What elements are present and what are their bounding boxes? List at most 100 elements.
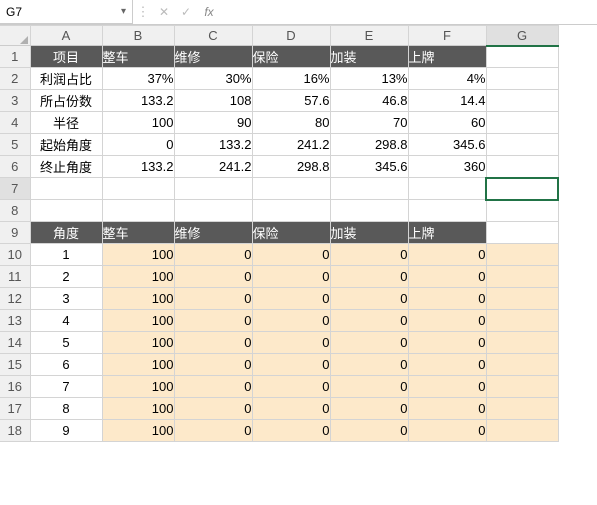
row-header-12[interactable]: 12: [0, 288, 30, 310]
cell-E16[interactable]: 0: [330, 376, 408, 398]
cell-B13[interactable]: 100: [102, 310, 174, 332]
cell-G2[interactable]: [486, 68, 558, 90]
cell-D12[interactable]: 0: [252, 288, 330, 310]
cell-E9[interactable]: 加装: [330, 222, 408, 244]
cell-A14[interactable]: 5: [30, 332, 102, 354]
cell-A10[interactable]: 1: [30, 244, 102, 266]
cell-C1[interactable]: 维修: [174, 46, 252, 68]
cell-C17[interactable]: 0: [174, 398, 252, 420]
cell-E14[interactable]: 0: [330, 332, 408, 354]
cell-A3[interactable]: 所占份数: [30, 90, 102, 112]
cell-G4[interactable]: [486, 112, 558, 134]
cell-D3[interactable]: 57.6: [252, 90, 330, 112]
cell-B8[interactable]: [102, 200, 174, 222]
cell-B14[interactable]: 100: [102, 332, 174, 354]
row-header-5[interactable]: 5: [0, 134, 30, 156]
cell-E3[interactable]: 46.8: [330, 90, 408, 112]
cell-G5[interactable]: [486, 134, 558, 156]
cell-G8[interactable]: [486, 200, 558, 222]
row-header-9[interactable]: 9: [0, 222, 30, 244]
cell-B18[interactable]: 100: [102, 420, 174, 442]
cell-F5[interactable]: 345.6: [408, 134, 486, 156]
cell-G12[interactable]: [486, 288, 558, 310]
cell-C3[interactable]: 108: [174, 90, 252, 112]
cell-D15[interactable]: 0: [252, 354, 330, 376]
cell-A12[interactable]: 3: [30, 288, 102, 310]
cell-E2[interactable]: 13%: [330, 68, 408, 90]
cell-D13[interactable]: 0: [252, 310, 330, 332]
row-header-13[interactable]: 13: [0, 310, 30, 332]
cell-A11[interactable]: 2: [30, 266, 102, 288]
cell-F6[interactable]: 360: [408, 156, 486, 178]
cell-F1[interactable]: 上牌: [408, 46, 486, 68]
spreadsheet-grid[interactable]: A B C D E F G 1 项目 整车 维修 保险 加装 上牌 2 利润占比…: [0, 25, 597, 442]
row-header-3[interactable]: 3: [0, 90, 30, 112]
row-header-14[interactable]: 14: [0, 332, 30, 354]
cell-D1[interactable]: 保险: [252, 46, 330, 68]
cell-D7[interactable]: [252, 178, 330, 200]
cell-F4[interactable]: 60: [408, 112, 486, 134]
cell-B2[interactable]: 37%: [102, 68, 174, 90]
cell-A5[interactable]: 起始角度: [30, 134, 102, 156]
cell-A4[interactable]: 半径: [30, 112, 102, 134]
cell-G3[interactable]: [486, 90, 558, 112]
cell-A1[interactable]: 项目: [30, 46, 102, 68]
cell-B5[interactable]: 0: [102, 134, 174, 156]
cell-C14[interactable]: 0: [174, 332, 252, 354]
col-header-E[interactable]: E: [330, 26, 408, 46]
cell-C7[interactable]: [174, 178, 252, 200]
cell-D17[interactable]: 0: [252, 398, 330, 420]
name-box-dropdown-icon[interactable]: ▾: [121, 6, 126, 17]
col-header-D[interactable]: D: [252, 26, 330, 46]
cell-E18[interactable]: 0: [330, 420, 408, 442]
cell-B7[interactable]: [102, 178, 174, 200]
cell-C2[interactable]: 30%: [174, 68, 252, 90]
cell-B12[interactable]: 100: [102, 288, 174, 310]
cell-E10[interactable]: 0: [330, 244, 408, 266]
cell-F18[interactable]: 0: [408, 420, 486, 442]
cell-B15[interactable]: 100: [102, 354, 174, 376]
cell-G17[interactable]: [486, 398, 558, 420]
row-header-10[interactable]: 10: [0, 244, 30, 266]
cell-B16[interactable]: 100: [102, 376, 174, 398]
cell-D10[interactable]: 0: [252, 244, 330, 266]
cell-A17[interactable]: 8: [30, 398, 102, 420]
cell-A7[interactable]: [30, 178, 102, 200]
cell-E4[interactable]: 70: [330, 112, 408, 134]
cell-C15[interactable]: 0: [174, 354, 252, 376]
cell-F12[interactable]: 0: [408, 288, 486, 310]
cell-D2[interactable]: 16%: [252, 68, 330, 90]
cell-E15[interactable]: 0: [330, 354, 408, 376]
cell-G7[interactable]: [486, 178, 558, 200]
row-header-6[interactable]: 6: [0, 156, 30, 178]
fx-icon[interactable]: fx: [197, 0, 221, 24]
cell-A16[interactable]: 7: [30, 376, 102, 398]
cell-C5[interactable]: 133.2: [174, 134, 252, 156]
cell-E6[interactable]: 345.6: [330, 156, 408, 178]
cell-D5[interactable]: 241.2: [252, 134, 330, 156]
cell-C6[interactable]: 241.2: [174, 156, 252, 178]
cell-A8[interactable]: [30, 200, 102, 222]
cell-E5[interactable]: 298.8: [330, 134, 408, 156]
cell-A18[interactable]: 9: [30, 420, 102, 442]
cell-E8[interactable]: [330, 200, 408, 222]
cell-E13[interactable]: 0: [330, 310, 408, 332]
cell-B3[interactable]: 133.2: [102, 90, 174, 112]
row-header-7[interactable]: 7: [0, 178, 30, 200]
cell-F15[interactable]: 0: [408, 354, 486, 376]
row-header-18[interactable]: 18: [0, 420, 30, 442]
cell-G6[interactable]: [486, 156, 558, 178]
cell-G14[interactable]: [486, 332, 558, 354]
cell-B6[interactable]: 133.2: [102, 156, 174, 178]
cell-F16[interactable]: 0: [408, 376, 486, 398]
cell-C8[interactable]: [174, 200, 252, 222]
cell-G16[interactable]: [486, 376, 558, 398]
cell-F9[interactable]: 上牌: [408, 222, 486, 244]
row-header-17[interactable]: 17: [0, 398, 30, 420]
row-header-16[interactable]: 16: [0, 376, 30, 398]
cell-B9[interactable]: 整车: [102, 222, 174, 244]
name-box[interactable]: G7 ▾: [0, 0, 133, 24]
cell-E12[interactable]: 0: [330, 288, 408, 310]
cell-C11[interactable]: 0: [174, 266, 252, 288]
cell-A9[interactable]: 角度: [30, 222, 102, 244]
